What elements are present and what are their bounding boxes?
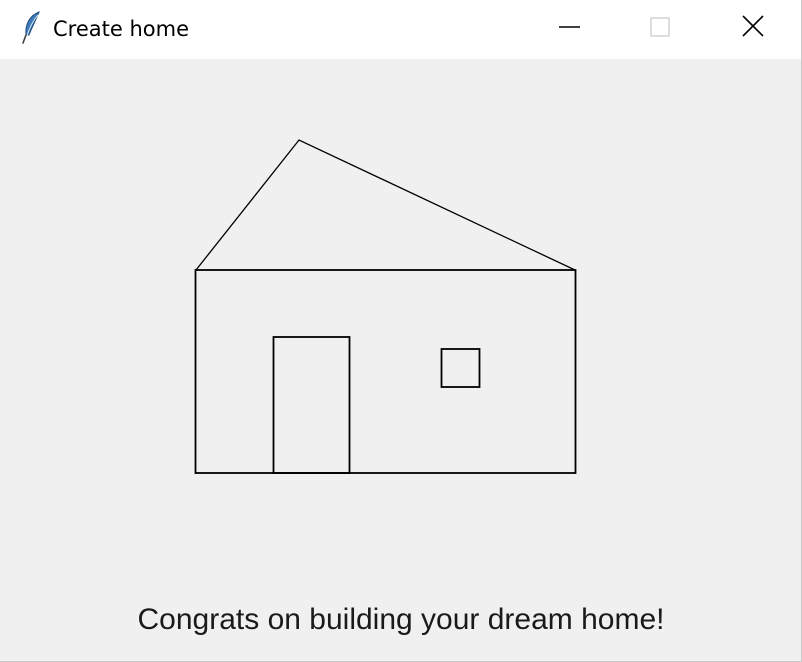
app-window: Create home Congrats on building your dr <box>0 0 802 662</box>
minimize-button[interactable] <box>524 0 614 59</box>
maximize-button[interactable] <box>614 0 704 59</box>
house-window <box>440 348 481 388</box>
minimize-icon <box>559 26 580 28</box>
feather-icon <box>22 11 40 44</box>
house-walls <box>194 269 577 474</box>
congrats-message: Congrats on building your dream home! <box>137 603 665 636</box>
close-icon <box>742 15 764 37</box>
window-title: Create home <box>53 17 189 41</box>
house-door <box>272 336 351 474</box>
drawing-canvas[interactable] <box>0 59 801 661</box>
maximize-icon <box>650 17 670 37</box>
house-roof <box>195 139 576 271</box>
title-bar[interactable]: Create home <box>0 0 801 59</box>
house-drawing <box>194 139 577 474</box>
close-button[interactable] <box>708 0 798 59</box>
